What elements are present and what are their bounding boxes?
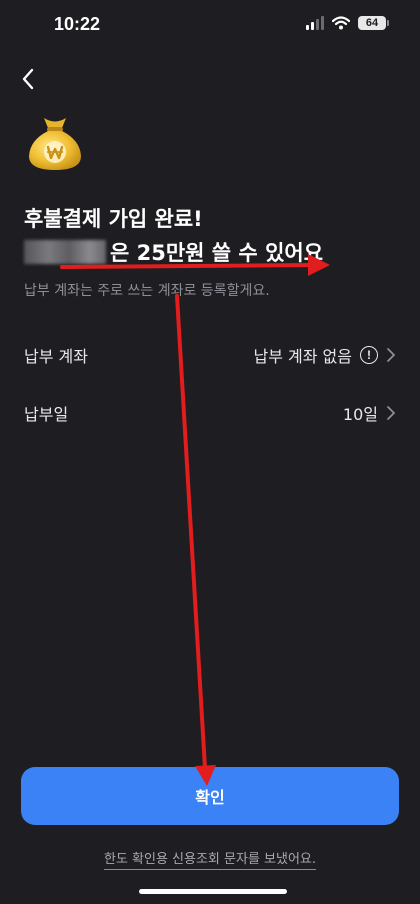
footnote-link[interactable]: 한도 확인용 신용조회 문자를 보냈어요.	[103, 852, 317, 870]
payment-account-value-group: 납부 계좌 없음 !	[254, 343, 397, 367]
payment-account-value: 납부 계좌 없음	[253, 347, 353, 366]
subtitle: 납부 계좌는 주로 쓰는 계좌로 등록할게요.	[24, 283, 270, 299]
payment-date-value-group: 10일	[343, 401, 396, 425]
payment-account-row[interactable]: 납부 계좌 납부 계좌 없음 !	[24, 335, 396, 375]
payment-date-value: 10일	[342, 405, 378, 424]
cellular-signal-icon	[306, 16, 324, 30]
page-title: 후불결제 가입 완료! 은 25만원 쓸 수 있어요	[24, 202, 404, 270]
chevron-left-icon	[22, 68, 34, 90]
payment-account-label: 납부 계좌	[24, 347, 88, 366]
back-button[interactable]	[14, 64, 42, 94]
title-line-1: 후불결제 가입 완료!	[24, 207, 203, 231]
wifi-icon	[332, 16, 350, 30]
payment-date-label: 납부일	[24, 405, 69, 424]
chevron-right-icon	[387, 348, 395, 362]
footnote: 한도 확인용 신용조회 문자를 보냈어요.	[0, 848, 420, 870]
redacted-name	[24, 240, 106, 264]
status-icons: 64	[306, 16, 389, 30]
home-indicator	[139, 889, 287, 894]
status-bar: 10:22 64	[0, 0, 420, 50]
payment-date-row[interactable]: 납부일 10일	[24, 393, 396, 433]
status-time: 10:22	[54, 14, 101, 34]
money-bag-icon	[29, 118, 81, 170]
chevron-right-icon	[387, 406, 395, 420]
info-icon[interactable]: !	[360, 346, 378, 364]
title-line-2-text: 은 25만원 쓸 수 있어요	[110, 241, 324, 265]
confirm-button[interactable]: 확인	[21, 767, 399, 825]
title-line-2: 은 25만원 쓸 수 있어요	[24, 236, 404, 270]
battery-icon: 64	[358, 16, 389, 30]
